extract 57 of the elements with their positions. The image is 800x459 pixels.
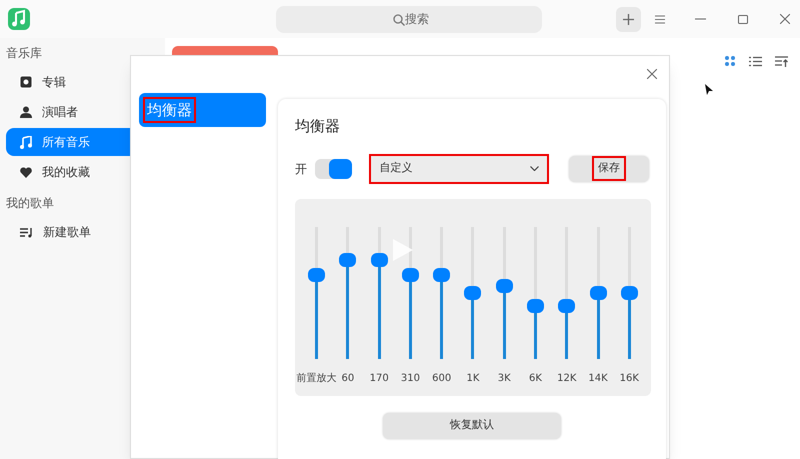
app-logo-icon <box>8 8 30 30</box>
sidebar-item[interactable]: 新建歌单 <box>6 218 159 246</box>
band-label: 前置放大 <box>296 372 337 386</box>
preset-dropdown[interactable]: 自定义 <box>371 156 548 182</box>
section-title: 我的歌单 <box>6 195 55 212</box>
band-label: 170 <box>370 372 389 386</box>
switch-label: 开 <box>295 160 307 178</box>
section-title: 音乐库 <box>6 45 43 62</box>
band-label: 14K <box>588 372 608 386</box>
person-icon <box>20 106 32 118</box>
list-view-icon[interactable] <box>749 56 762 66</box>
add-button[interactable] <box>616 6 641 32</box>
slider-thumb[interactable] <box>339 252 356 266</box>
album-icon <box>20 76 32 88</box>
heart-icon <box>20 166 32 178</box>
slider-thumb[interactable] <box>433 268 450 282</box>
save-button[interactable]: 保存 <box>569 156 649 182</box>
playlist-icon <box>20 226 33 238</box>
slider-thumb[interactable] <box>590 286 607 300</box>
sidebar-item[interactable]: 我的收藏 <box>6 158 159 186</box>
menu-icon[interactable] <box>655 14 665 24</box>
slider-thumb[interactable] <box>402 268 419 282</box>
band-label: 310 <box>400 372 420 386</box>
close-icon[interactable] <box>647 69 657 79</box>
cursor-icon <box>705 84 713 95</box>
slider-thumb[interactable] <box>558 298 576 313</box>
minimize-icon[interactable] <box>695 18 706 20</box>
slider-thumb[interactable] <box>308 268 326 282</box>
search-icon <box>393 14 405 26</box>
chevron-down-icon <box>530 166 540 171</box>
band-label: 60 <box>342 372 354 386</box>
slider-thumb[interactable] <box>370 252 388 266</box>
sidebar-item[interactable]: 专辑 <box>6 68 159 96</box>
band-label: 1K <box>466 372 480 386</box>
slider-thumb[interactable] <box>620 286 638 300</box>
slider-thumb[interactable] <box>496 278 513 293</box>
maximize-icon[interactable] <box>738 14 748 24</box>
nav-item[interactable]: 均衡器 <box>139 93 266 127</box>
close-icon[interactable] <box>780 14 790 24</box>
slider-thumb[interactable] <box>526 298 544 313</box>
search-field[interactable]: 搜索 <box>276 6 542 32</box>
sort-icon[interactable] <box>775 56 788 66</box>
band-label: 600 <box>432 372 452 386</box>
band-label: 6K <box>529 372 542 386</box>
band-label: 12K <box>557 372 576 386</box>
panel-title: 均衡器 <box>295 116 341 137</box>
band-label: 3K <box>498 372 511 386</box>
grid-view-icon[interactable] <box>724 55 736 67</box>
play-icon <box>393 238 413 260</box>
save-label: 保存 <box>594 158 624 179</box>
band-label: 16K <box>620 372 639 386</box>
slider-thumb[interactable] <box>464 286 482 300</box>
music-note-icon <box>20 136 32 148</box>
reset-button[interactable]: 恢复默认 <box>383 412 561 438</box>
nav-label: 均衡器 <box>145 98 194 122</box>
toggle-switch[interactable] <box>315 158 352 178</box>
plus-icon <box>623 14 634 24</box>
